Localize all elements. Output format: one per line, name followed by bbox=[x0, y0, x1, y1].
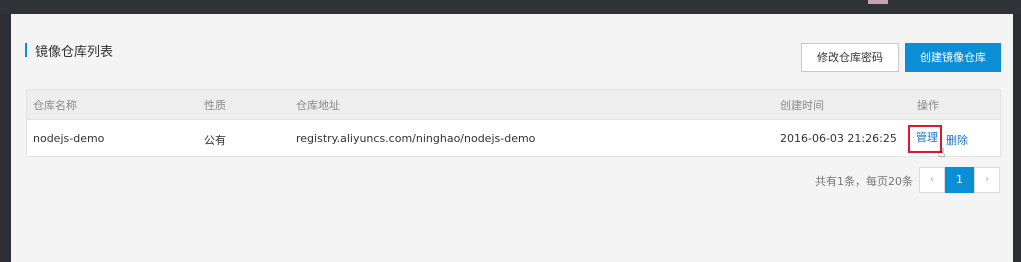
pagination-page-1[interactable]: 1 bbox=[945, 167, 974, 193]
window-edge bbox=[1013, 14, 1021, 262]
flag-icon bbox=[868, 0, 888, 4]
create-repo-button[interactable]: 创建镜像仓库 bbox=[905, 43, 1001, 72]
pagination-summary: 共有1条，每页20条 bbox=[815, 175, 913, 188]
change-password-button[interactable]: 修改仓库密码 bbox=[801, 43, 899, 72]
page-title: 镜像仓库列表 bbox=[35, 45, 114, 60]
header-created-time: 创建时间 bbox=[780, 99, 824, 112]
repo-table: 仓库名称 性质 仓库地址 创建时间 操作 nodejs-demo 公有 regi… bbox=[26, 89, 1001, 160]
delete-link[interactable]: 删除 bbox=[946, 132, 968, 148]
title-accent-bar bbox=[25, 43, 27, 57]
created-time-cell: 2016-06-03 21:26:25 bbox=[780, 132, 897, 145]
header-type: 性质 bbox=[204, 99, 226, 112]
header-repo-name: 仓库名称 bbox=[33, 99, 77, 112]
header-address: 仓库地址 bbox=[296, 99, 340, 112]
repo-name-cell: nodejs-demo bbox=[33, 132, 105, 145]
pagination-prev-button[interactable]: ‹ bbox=[919, 167, 945, 193]
table-header: 仓库名称 性质 仓库地址 创建时间 操作 bbox=[27, 90, 1000, 120]
main-panel: 镜像仓库列表 修改仓库密码 创建镜像仓库 仓库名称 性质 仓库地址 创建时间 操… bbox=[11, 14, 1013, 262]
manage-link[interactable]: 管理 bbox=[908, 125, 942, 153]
chevron-left-icon: ‹ bbox=[930, 174, 934, 185]
mouse-cursor-icon: ☝ bbox=[938, 146, 946, 160]
repo-address-cell: registry.aliyuncs.com/ninghao/nodejs-dem… bbox=[296, 132, 536, 145]
top-bar bbox=[0, 0, 1021, 14]
pagination-next-button[interactable]: › bbox=[974, 167, 1000, 193]
chevron-right-icon: › bbox=[985, 174, 989, 185]
header-actions: 操作 bbox=[917, 99, 939, 112]
repo-type-cell: 公有 bbox=[204, 134, 226, 147]
